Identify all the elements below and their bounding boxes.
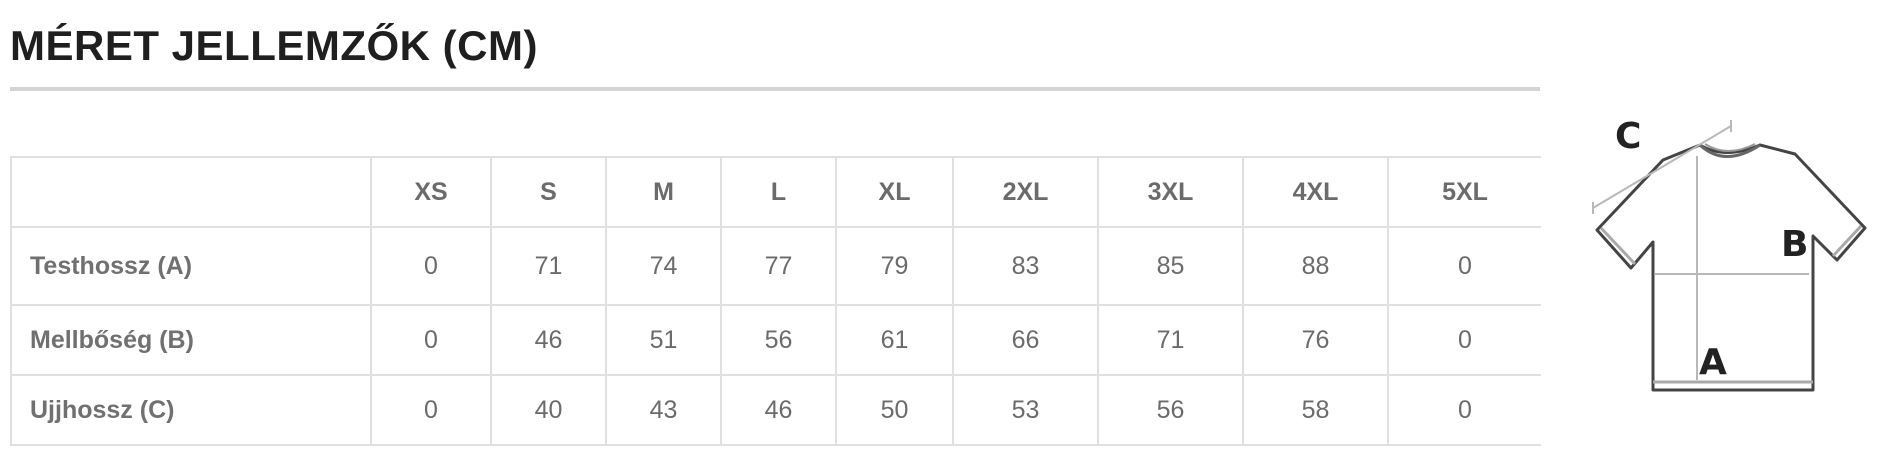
- table-cell: 71: [490, 226, 607, 306]
- size-header-4xl: 4XL: [1242, 156, 1389, 228]
- size-header-2xl: 2XL: [952, 156, 1099, 228]
- table-cell: 58: [1242, 374, 1389, 446]
- table-cell: 0: [1387, 304, 1541, 376]
- table-cell: 46: [490, 304, 607, 376]
- tshirt-measurement-diagram: C B A: [1592, 116, 1867, 392]
- table-row: Testhossz (A) 0 71 74 77 79 83 85 88 0: [10, 226, 1541, 306]
- page-title: MÉRET JELLEMZŐK (CM): [10, 22, 538, 69]
- size-header-3xl: 3XL: [1097, 156, 1244, 228]
- corner-cell: [10, 156, 372, 228]
- table-cell: 83: [952, 226, 1099, 306]
- label-b: B: [1781, 224, 1808, 265]
- row-label-body-length: Testhossz (A): [10, 226, 372, 306]
- table-cell: 74: [605, 226, 722, 306]
- size-header-l: L: [720, 156, 837, 228]
- table-cell: 76: [1242, 304, 1389, 376]
- table-row: Ujjhossz (C) 0 40 43 46 50 53 56 58 0: [10, 374, 1541, 446]
- table-cell: 51: [605, 304, 722, 376]
- size-header-5xl: 5XL: [1387, 156, 1541, 228]
- table-row: Mellbőség (B) 0 46 51 56 61 66 71 76 0: [10, 304, 1541, 376]
- table-cell: 71: [1097, 304, 1244, 376]
- table-cell: 43: [605, 374, 722, 446]
- row-label-sleeve-length: Ujjhossz (C): [10, 374, 372, 446]
- label-a: A: [1699, 342, 1727, 383]
- table-header-row: XS S M L XL 2XL 3XL 4XL 5XL: [10, 156, 1541, 228]
- table-cell: 66: [952, 304, 1099, 376]
- row-label-chest-width: Mellbőség (B): [10, 304, 372, 376]
- table-cell: 56: [720, 304, 837, 376]
- size-header-s: S: [490, 156, 607, 228]
- measure-line-c: [1592, 125, 1732, 209]
- table-cell: 88: [1242, 226, 1389, 306]
- table-cell: 0: [370, 304, 492, 376]
- table-cell: 77: [720, 226, 837, 306]
- table-cell: 0: [1387, 374, 1541, 446]
- table-cell: 46: [720, 374, 837, 446]
- size-header-xl: XL: [835, 156, 954, 228]
- size-chart-table: XS S M L XL 2XL 3XL 4XL 5XL Testhossz (A…: [10, 156, 1541, 446]
- size-header-xs: XS: [370, 156, 492, 228]
- table-cell: 0: [370, 374, 492, 446]
- table-cell: 85: [1097, 226, 1244, 306]
- table-cell: 79: [835, 226, 954, 306]
- table-cell: 0: [370, 226, 492, 306]
- table-cell: 0: [1387, 226, 1541, 306]
- table-cell: 61: [835, 304, 954, 376]
- table-cell: 53: [952, 374, 1099, 446]
- table-cell: 50: [835, 374, 954, 446]
- size-header-m: M: [605, 156, 722, 228]
- label-c: C: [1615, 116, 1641, 157]
- title-divider: [10, 87, 1540, 91]
- table-cell: 40: [490, 374, 607, 446]
- table-cell: 56: [1097, 374, 1244, 446]
